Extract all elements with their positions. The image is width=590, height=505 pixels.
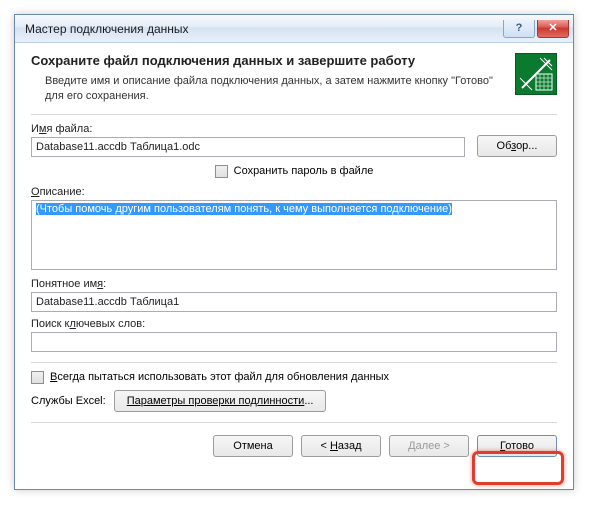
window-title: Мастер подключения данных bbox=[25, 22, 503, 36]
help-icon: ? bbox=[516, 22, 523, 34]
separator bbox=[31, 362, 557, 363]
close-button[interactable]: ✕ bbox=[537, 20, 569, 38]
wizard-header: Сохраните файл подключения данных и заве… bbox=[31, 53, 557, 104]
auth-settings-button[interactable]: Параметры проверки подлинности... bbox=[114, 390, 327, 412]
wizard-header-text: Сохраните файл подключения данных и заве… bbox=[31, 53, 507, 104]
wizard-description: Введите имя и описание файла подключения… bbox=[31, 74, 507, 104]
filename-input[interactable] bbox=[31, 137, 465, 157]
always-use-label: Всегда пытаться использовать этот файл д… bbox=[50, 371, 389, 383]
dialog-window: Мастер подключения данных ? ✕ Сохраните … bbox=[14, 14, 574, 490]
close-icon: ✕ bbox=[548, 23, 557, 34]
always-use-row: Всегда пытаться использовать этот файл д… bbox=[31, 371, 557, 384]
friendly-name-label: Понятное имя: bbox=[31, 278, 557, 290]
save-password-checkbox[interactable] bbox=[215, 165, 228, 178]
footer-buttons: Отмена < Назад Далее > Готово bbox=[31, 422, 557, 457]
wizard-title: Сохраните файл подключения данных и заве… bbox=[31, 53, 507, 68]
description-label: Описание: bbox=[31, 186, 557, 198]
friendly-name-input[interactable] bbox=[31, 292, 557, 312]
description-textarea[interactable]: (Чтобы помочь другим пользователям понят… bbox=[31, 200, 557, 270]
excel-services-label: Службы Excel: bbox=[31, 395, 106, 407]
save-password-label: Сохранить пароль в файле bbox=[234, 165, 374, 177]
always-use-checkbox[interactable] bbox=[31, 371, 44, 384]
excel-services-row: Службы Excel: Параметры проверки подлинн… bbox=[31, 390, 557, 412]
separator bbox=[31, 114, 557, 115]
connection-icon bbox=[515, 53, 557, 95]
filename-section: Имя файла: Обзор... bbox=[31, 123, 557, 157]
keywords-input[interactable] bbox=[31, 332, 557, 352]
filename-label: Имя файла: bbox=[31, 123, 465, 135]
titlebar: Мастер подключения данных ? ✕ bbox=[15, 15, 573, 43]
cancel-button[interactable]: Отмена bbox=[213, 435, 293, 457]
keywords-label: Поиск ключевых слов: bbox=[31, 318, 557, 330]
back-button[interactable]: < Назад bbox=[301, 435, 381, 457]
help-button[interactable]: ? bbox=[503, 20, 535, 38]
save-password-row: Сохранить пароль в файле bbox=[31, 165, 557, 178]
finish-button[interactable]: Готово bbox=[477, 435, 557, 457]
browse-button[interactable]: Обзор... bbox=[477, 135, 557, 157]
next-button: Далее > bbox=[389, 435, 469, 457]
description-value: (Чтобы помочь другим пользователям понят… bbox=[36, 203, 452, 215]
content-area: Сохраните файл подключения данных и заве… bbox=[15, 43, 573, 469]
titlebar-buttons: ? ✕ bbox=[503, 20, 573, 38]
